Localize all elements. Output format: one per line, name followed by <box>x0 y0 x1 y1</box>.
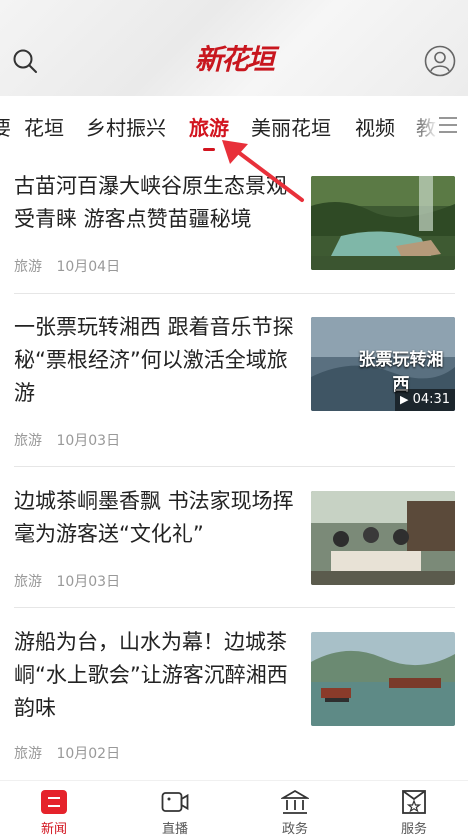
service-icon <box>402 790 426 814</box>
tab-beautiful-huayuan[interactable]: 美丽花垣 <box>251 112 331 141</box>
app-header: 新花垣 <box>0 0 468 96</box>
news-title[interactable]: 边城茶峒墨香飘 书法家现场挥毫为游客送“文化礼” <box>14 485 299 551</box>
calligraphy-event-image <box>311 491 455 585</box>
video-thumbnail[interactable]: 张票玩转湘西 ▶ 04:31 <box>311 317 455 411</box>
nav-label: 服务 <box>400 822 427 837</box>
tab-fade <box>408 100 438 150</box>
pointer-arrow-icon <box>222 140 304 202</box>
nav-label: 新闻 <box>40 822 67 837</box>
news-category: 旅游 <box>14 574 42 590</box>
news-meta: 旅游 10月02日 <box>14 743 130 763</box>
tab-rural-revitalization[interactable]: 乡村振兴 <box>86 112 166 141</box>
news-category: 旅游 <box>14 746 42 762</box>
bottom-navigation: 新闻 直播 政务 服务 <box>0 780 468 838</box>
search-icon[interactable] <box>12 48 38 74</box>
news-thumbnail[interactable] <box>311 176 455 270</box>
news-category: 旅游 <box>14 259 42 275</box>
canyon-image <box>311 176 455 270</box>
divider <box>14 466 455 467</box>
camera-icon <box>161 792 189 812</box>
nav-government[interactable]: 政务 <box>255 781 335 838</box>
news-meta: 旅游 10月03日 <box>14 430 130 450</box>
news-date: 10月02日 <box>56 746 121 762</box>
news-meta: 旅游 10月04日 <box>14 256 130 276</box>
nav-label: 政务 <box>281 822 308 837</box>
news-thumbnail[interactable] <box>311 632 455 726</box>
news-title[interactable]: 游船为台，山水为幕！边城茶峒“水上歌会”让游客沉醉湘西韵味 <box>14 626 299 725</box>
nav-service[interactable]: 服务 <box>374 781 454 838</box>
nav-news[interactable]: 新闻 <box>14 781 94 838</box>
divider <box>14 607 455 608</box>
news-category: 旅游 <box>14 433 42 449</box>
menu-icon[interactable] <box>436 113 460 137</box>
nav-label: 直播 <box>161 822 188 837</box>
news-title[interactable]: 一张票玩转湘西 跟着音乐节探秘“票根经济”何以激活全域旅游 <box>14 311 299 410</box>
river-boat-image <box>311 632 455 726</box>
news-meta: 旅游 10月03日 <box>14 571 130 591</box>
news-thumbnail[interactable] <box>311 491 455 585</box>
app-logo: 新花垣 <box>194 43 275 76</box>
nav-live[interactable]: 直播 <box>135 781 215 838</box>
news-date: 10月03日 <box>56 574 121 590</box>
active-tab-indicator <box>203 148 215 151</box>
tab-video[interactable]: 视频 <box>355 112 395 141</box>
video-cover-caption: 张票玩转湘西 <box>358 350 444 395</box>
play-icon: ▶ <box>399 393 409 406</box>
news-date: 10月03日 <box>56 433 121 449</box>
tab-huayuan[interactable]: 花垣 <box>24 112 64 141</box>
user-icon[interactable] <box>424 45 456 77</box>
video-duration: ▶ 04:31 <box>395 389 455 411</box>
tab-yao[interactable]: 要 <box>0 112 11 141</box>
divider <box>14 293 455 294</box>
duration-text: 04:31 <box>412 392 451 407</box>
news-date: 10月04日 <box>56 259 121 275</box>
news-icon <box>41 790 67 814</box>
tab-tourism[interactable]: 旅游 <box>189 112 229 141</box>
government-icon <box>281 789 309 814</box>
